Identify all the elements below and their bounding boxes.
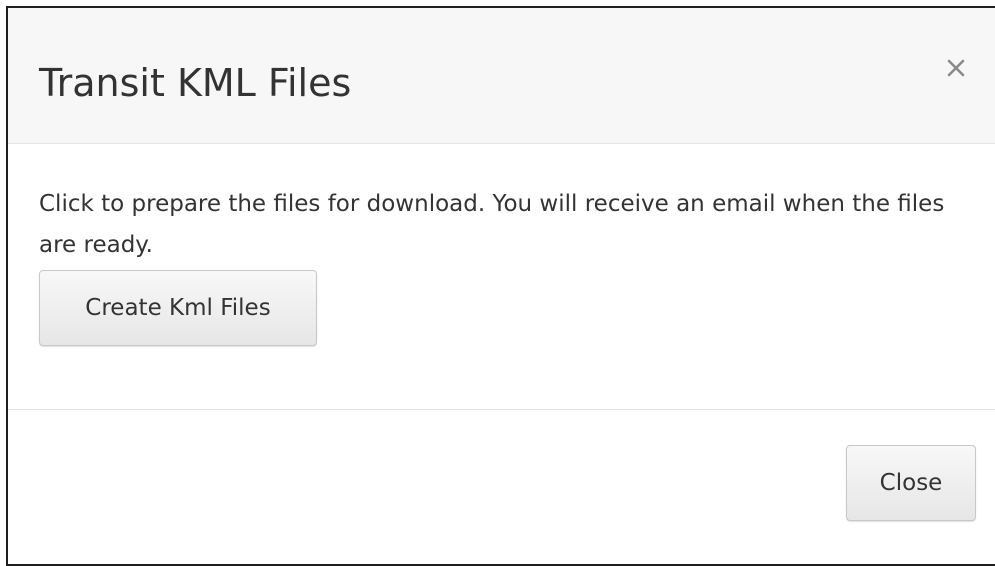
footer-divider (8, 409, 995, 410)
dialog-header: Transit KML Files (8, 8, 995, 144)
transit-kml-files-dialog: Transit KML Files Click to prepare the f… (6, 6, 995, 566)
dialog-instructions: Click to prepare the files for download.… (39, 191, 945, 258)
close-button[interactable]: Close (846, 445, 976, 521)
dialog-body: Click to prepare the files for download.… (8, 144, 995, 409)
close-icon (947, 59, 965, 77)
dialog-title: Transit KML Files (39, 61, 352, 105)
dialog-close-x-button[interactable] (936, 48, 976, 88)
create-kml-files-button[interactable]: Create Kml Files (39, 270, 317, 346)
